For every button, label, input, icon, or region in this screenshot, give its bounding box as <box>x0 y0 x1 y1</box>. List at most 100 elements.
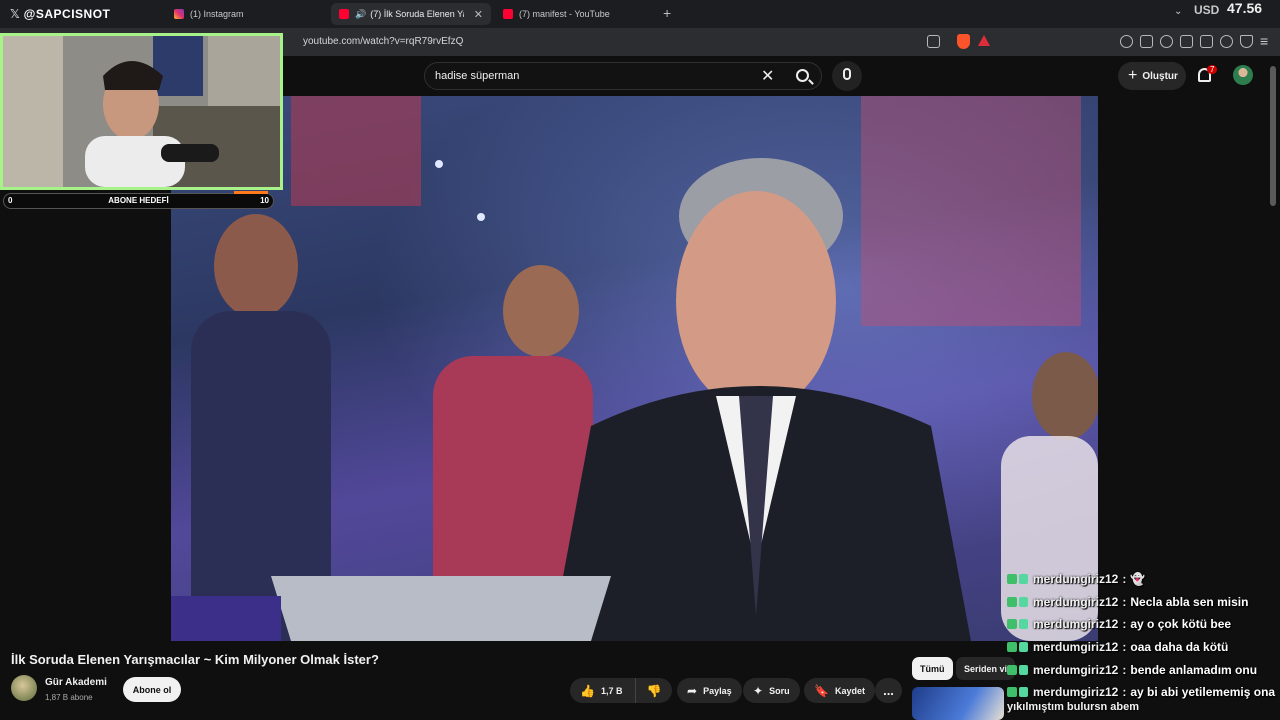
tab-label: (7) manifest - YouTube <box>519 9 610 19</box>
extension-icon[interactable] <box>1120 35 1133 48</box>
chat-message: merdumgiriz12: oaa daha da kötü <box>1007 636 1280 659</box>
stream-chat-overlay: merdumgiriz12: 👻 merdumgiriz12: Necla ab… <box>1007 568 1280 704</box>
music-icon[interactable] <box>1160 35 1173 48</box>
close-tab-icon[interactable]: ✕ <box>474 8 483 21</box>
like-dislike-group: 👍 1,7 B 👎 <box>570 678 672 703</box>
bookmark-icon: 🔖 <box>814 683 829 698</box>
chat-badge-icon <box>1019 664 1028 675</box>
chat-text: ay bi abi yetilememiş ona <box>1130 685 1276 700</box>
youtube-icon <box>339 9 349 19</box>
tab-label: @SAPCISNOT <box>23 7 111 21</box>
video-player[interactable] <box>171 96 1098 641</box>
speaker-icon: 🔊 <box>355 8 367 19</box>
microphone-icon <box>843 68 851 80</box>
rewards-icon[interactable] <box>978 35 990 46</box>
thumbs-up-icon: 👍 <box>580 683 595 698</box>
chat-badge-icon <box>1007 619 1017 630</box>
x-logo-icon: 𝕏 <box>10 7 20 21</box>
chat-separator: : <box>1122 662 1127 677</box>
chat-username: merdumgiriz12 <box>1033 685 1119 700</box>
browser-tab-strip: 𝕏 @SAPCISNOT (1) Instagram 🔊 (7) İlk Sor… <box>0 0 1280 28</box>
channel-avatar[interactable] <box>11 675 37 701</box>
chat-username: merdumgiriz12 <box>1033 572 1119 587</box>
chat-message: merdumgiriz12: Necla abla sen misin <box>1007 591 1280 614</box>
subscribe-button[interactable]: Abone ol <box>123 677 181 702</box>
tab-x[interactable]: 𝕏 @SAPCISNOT <box>2 3 162 25</box>
cast-icon[interactable] <box>927 35 940 48</box>
chat-separator: : <box>1122 685 1127 700</box>
tab-instagram[interactable]: (1) Instagram <box>166 3 326 25</box>
chat-badge-icon <box>1007 642 1017 653</box>
chip-all[interactable]: Tümü <box>912 657 953 680</box>
dislike-button[interactable]: 👎 <box>636 678 672 703</box>
more-icon: ... <box>883 683 894 698</box>
wallet-icon[interactable] <box>1200 35 1213 48</box>
page-scrollbar[interactable] <box>1270 66 1276 206</box>
chat-username: merdumgiriz12 <box>1033 594 1119 609</box>
profile-avatar[interactable] <box>1233 65 1253 85</box>
save-button[interactable]: 🔖 Kaydet <box>804 678 875 703</box>
plus-icon: + <box>1128 67 1138 84</box>
share-label: Paylaş <box>703 685 732 696</box>
sparkle-icon: ✦ <box>753 683 764 698</box>
like-button[interactable]: 👍 1,7 B <box>570 678 636 703</box>
tab-label: (7) İlk Soruda Elenen Yarışma <box>370 9 464 19</box>
create-label: Oluştur <box>1142 70 1178 82</box>
ai-icon[interactable] <box>1220 35 1233 48</box>
chat-username: merdumgiriz12 <box>1033 640 1119 655</box>
chat-username: merdumgiriz12 <box>1033 662 1119 677</box>
recommended-video-thumbnail[interactable] <box>912 687 1004 720</box>
search-box[interactable]: hadise süperman ✕ <box>424 62 822 90</box>
like-count: 1,7 B <box>600 685 623 696</box>
search-icon[interactable] <box>796 69 809 82</box>
goal-max: 10 <box>260 196 269 205</box>
chat-message: merdumgiriz12: 👻 <box>1007 568 1280 591</box>
chat-separator: : <box>1122 617 1127 632</box>
chat-message-continuation: yıkılmıştım bulursn abem <box>1007 701 1140 713</box>
tab-manifest[interactable]: (7) manifest - YouTube <box>495 3 655 25</box>
chat-badge-icon <box>1019 574 1028 585</box>
sidebar-icon[interactable] <box>1180 35 1193 48</box>
chat-badge-icon <box>1007 687 1017 698</box>
url-field[interactable]: youtube.com/watch?v=rqR79rvEfzQ <box>303 36 463 47</box>
channel-subscribers: 1,87 B abone <box>45 693 93 702</box>
clear-search-icon[interactable]: ✕ <box>761 66 774 86</box>
video-frame <box>171 96 1098 641</box>
ask-button[interactable]: ✦ Soru <box>743 678 800 703</box>
youtube-icon <box>503 9 513 19</box>
vpn-shield-icon[interactable] <box>1240 35 1253 48</box>
channel-name[interactable]: Gür Akademi <box>45 677 107 688</box>
currency-label: USD <box>1194 3 1220 17</box>
chat-message: merdumgiriz12: bende anlamadım onu <box>1007 658 1280 681</box>
thumbs-down-icon: 👎 <box>646 683 662 698</box>
more-actions-button[interactable]: ... <box>875 678 902 703</box>
chat-badge-icon <box>1019 642 1028 653</box>
goal-label: ABONE HEDEFİ <box>108 196 169 205</box>
chat-separator: : <box>1122 640 1127 655</box>
tab-video-active[interactable]: 🔊 (7) İlk Soruda Elenen Yarışma ✕ <box>331 3 491 25</box>
chat-message: merdumgiriz12: ay o çok kötü bee <box>1007 613 1280 636</box>
tab-list-chevron-icon[interactable]: ⌄ <box>1174 6 1182 17</box>
chat-badge-icon <box>1007 574 1017 585</box>
subscriber-goal-bar: 0 ABONE HEDEFİ 10 <box>3 191 274 209</box>
puzzle-icon[interactable] <box>1140 35 1153 48</box>
notification-count-badge: 7 <box>1207 65 1218 74</box>
voice-search-button[interactable] <box>832 61 862 91</box>
save-label: Kaydet <box>834 685 865 696</box>
menu-icon[interactable]: ≡ <box>1260 33 1268 49</box>
chat-username: merdumgiriz12 <box>1033 617 1119 632</box>
share-icon: ➦ <box>687 683 698 698</box>
new-tab-button[interactable]: + <box>663 5 671 21</box>
ask-label: Soru <box>769 685 790 696</box>
search-input[interactable]: hadise süperman <box>435 70 519 82</box>
create-button[interactable]: + Oluştur <box>1118 62 1186 90</box>
goal-progress-fill <box>234 191 268 194</box>
tab-label: (1) Instagram <box>190 9 244 19</box>
webcam-frame <box>3 36 280 187</box>
chat-separator: : <box>1122 572 1127 587</box>
chat-text: oaa daha da kötü <box>1130 640 1229 655</box>
brave-shield-icon[interactable] <box>957 34 970 49</box>
instagram-icon <box>174 9 184 19</box>
share-button[interactable]: ➦ Paylaş <box>677 678 742 703</box>
chat-badge-icon <box>1007 664 1017 675</box>
